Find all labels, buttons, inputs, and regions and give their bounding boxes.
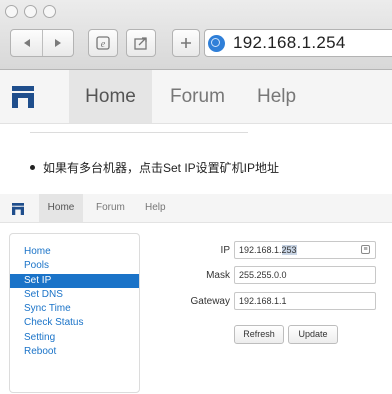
svg-text:e: e	[101, 39, 106, 50]
browser-toolbar: e 192.168.1.254	[0, 0, 392, 70]
sidebar-item-home[interactable]: Home	[10, 245, 139, 259]
nav-home[interactable]: Home	[69, 70, 152, 123]
minimize-window-button[interactable]	[24, 5, 37, 18]
sidebar-item-reboot[interactable]: Reboot	[10, 345, 139, 359]
gateway-input[interactable]: 192.168.1.1	[234, 292, 376, 310]
nav-home[interactable]: Home	[39, 194, 83, 222]
ip-value-selected: 253	[281, 245, 297, 255]
forward-icon	[55, 39, 61, 47]
back-icon	[23, 39, 30, 47]
app-navbar: Home Forum Help	[0, 194, 392, 223]
mask-value: 255.255.0.0	[239, 270, 287, 280]
address-text: 192.168.1.254	[233, 33, 346, 52]
ip-label: IP	[220, 244, 230, 256]
divider	[30, 132, 248, 133]
mask-row: Mask 255.255.0.0	[150, 266, 376, 284]
sidebar-item-check-status[interactable]: Check Status	[10, 316, 139, 330]
update-button[interactable]: Update	[288, 325, 338, 344]
forward-button[interactable]	[43, 30, 73, 56]
gateway-row: Gateway 192.168.1.1	[150, 292, 376, 310]
zoom-window-button[interactable]	[43, 5, 56, 18]
globe-icon	[208, 34, 225, 52]
sidebar-item-setting[interactable]: Setting	[10, 331, 139, 345]
new-tab-icon	[181, 38, 191, 48]
address-bar[interactable]: 192.168.1.254	[204, 29, 392, 57]
nav-help[interactable]: Help	[257, 70, 296, 123]
browser-window: e 192.168.1.254 Home Forum Help	[0, 0, 392, 124]
close-window-button[interactable]	[5, 5, 18, 18]
mask-label: Mask	[206, 269, 230, 281]
gateway-value: 192.168.1.1	[239, 296, 287, 306]
instruction-text: 如果有多台机器，点击Set IP设置矿机IP地址	[43, 161, 280, 175]
site-navbar: Home Forum Help	[0, 70, 392, 124]
sidebar-item-sync-time[interactable]: Sync Time	[10, 302, 139, 316]
nav-forum[interactable]: Forum	[96, 194, 125, 222]
reader-icon: e	[96, 36, 110, 50]
ip-input[interactable]: 192.168.1.253 ≡	[234, 241, 376, 259]
nav-help[interactable]: Help	[145, 194, 166, 222]
history-buttons	[10, 29, 74, 57]
sidebar-item-set-dns[interactable]: Set DNS	[10, 288, 139, 302]
sidebar-item-pools[interactable]: Pools	[10, 259, 139, 273]
back-button[interactable]	[11, 30, 42, 56]
sidebar-item-set-ip[interactable]: Set IP	[10, 273, 139, 288]
share-icon	[134, 37, 147, 50]
ip-value-prefix: 192.168.1.	[239, 245, 282, 255]
ip-row: IP 192.168.1.253 ≡	[150, 241, 376, 259]
share-button[interactable]	[126, 29, 156, 57]
instruction-item: 如果有多台机器，点击Set IP设置矿机IP地址	[30, 159, 279, 176]
reader-button[interactable]: e	[88, 29, 118, 57]
mask-input[interactable]: 255.255.0.0	[234, 266, 376, 284]
autofill-icon[interactable]: ≡	[361, 245, 370, 254]
refresh-button[interactable]: Refresh	[234, 325, 284, 344]
gateway-label: Gateway	[190, 295, 230, 307]
site-logo-icon	[12, 203, 24, 215]
bullet-dot	[30, 165, 35, 170]
sidebar: Home Pools Set IP Set DNS Sync Time Chec…	[9, 233, 140, 393]
nav-forum[interactable]: Forum	[170, 70, 225, 123]
site-logo-icon	[12, 86, 34, 108]
new-tab-button[interactable]	[172, 29, 200, 57]
